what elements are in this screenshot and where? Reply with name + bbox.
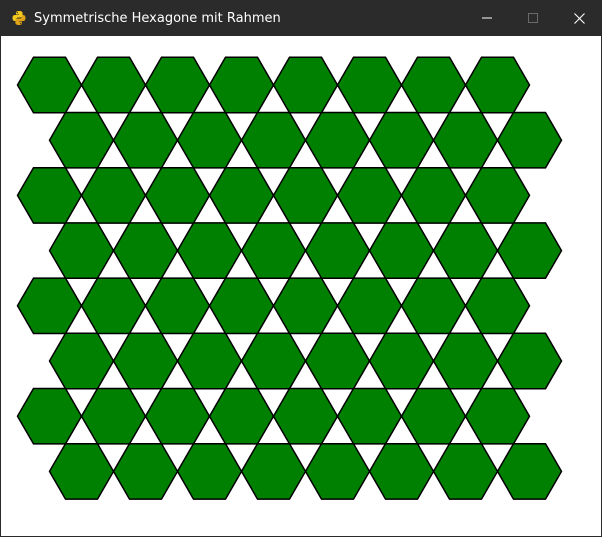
hexagon <box>176 222 243 280</box>
hexagon <box>336 166 403 224</box>
hexagon <box>432 111 499 169</box>
hexagon <box>336 387 403 445</box>
hexagon <box>464 387 531 445</box>
app-window: Symmetrische Hexagone mit Rahmen <box>0 0 602 537</box>
hexagon <box>144 56 211 114</box>
minimize-button[interactable] <box>464 0 510 36</box>
drawing-canvas <box>1 36 601 536</box>
hexagon <box>16 166 83 224</box>
hexagon <box>112 111 179 169</box>
hexagon <box>272 166 339 224</box>
hexagon <box>464 277 531 335</box>
hexagon <box>464 166 531 224</box>
hexagon <box>496 332 563 390</box>
hexagon <box>112 222 179 280</box>
hexagon <box>464 56 531 114</box>
hexagon <box>112 332 179 390</box>
python-snake-icon <box>10 9 28 27</box>
hexagon <box>80 277 147 335</box>
hexagon <box>272 56 339 114</box>
hexagon <box>144 166 211 224</box>
hexagon <box>48 332 115 390</box>
hexagon <box>48 222 115 280</box>
hexagon <box>368 111 435 169</box>
hexagon <box>304 332 371 390</box>
hexagon <box>368 332 435 390</box>
hexagon <box>368 222 435 280</box>
hexagon <box>208 166 275 224</box>
hexagon <box>48 111 115 169</box>
hexagon-pattern <box>16 56 563 500</box>
hexagon <box>368 442 435 500</box>
hexagon <box>16 277 83 335</box>
hexagon <box>144 277 211 335</box>
window-border-left <box>0 36 1 537</box>
hexagon <box>400 166 467 224</box>
hexagon <box>240 442 307 500</box>
hexagon <box>240 332 307 390</box>
hexagon <box>432 442 499 500</box>
window-title: Symmetrische Hexagone mit Rahmen <box>34 10 281 26</box>
hexagon <box>304 222 371 280</box>
hexagon <box>336 56 403 114</box>
hexagon <box>80 166 147 224</box>
hexagon <box>176 442 243 500</box>
close-icon <box>573 12 585 24</box>
hexagon <box>16 387 83 445</box>
hexagon <box>16 56 83 114</box>
window-controls <box>464 0 602 36</box>
hexagon <box>240 111 307 169</box>
hexagon <box>80 56 147 114</box>
hexagon <box>240 222 307 280</box>
hexagon <box>432 332 499 390</box>
hexagon <box>112 442 179 500</box>
hexagon <box>400 56 467 114</box>
hexagon <box>208 277 275 335</box>
hexagon <box>496 442 563 500</box>
title-bar[interactable]: Symmetrische Hexagone mit Rahmen <box>0 0 602 36</box>
hexagon <box>272 277 339 335</box>
hexagon <box>208 56 275 114</box>
close-button[interactable] <box>556 0 602 36</box>
hexagon <box>272 387 339 445</box>
hexagon <box>80 387 147 445</box>
hexagon <box>48 442 115 500</box>
hexagon <box>400 277 467 335</box>
hexagon <box>400 387 467 445</box>
hexagon <box>496 111 563 169</box>
hexagon <box>336 277 403 335</box>
hexagon <box>496 222 563 280</box>
maximize-icon <box>528 13 538 23</box>
hexagon <box>432 222 499 280</box>
hexagon <box>176 332 243 390</box>
hexagon <box>304 111 371 169</box>
hexagon <box>144 387 211 445</box>
minimize-icon <box>482 17 492 19</box>
maximize-button[interactable] <box>510 0 556 36</box>
hexagon <box>176 111 243 169</box>
hexagon <box>208 387 275 445</box>
hexagon <box>304 442 371 500</box>
